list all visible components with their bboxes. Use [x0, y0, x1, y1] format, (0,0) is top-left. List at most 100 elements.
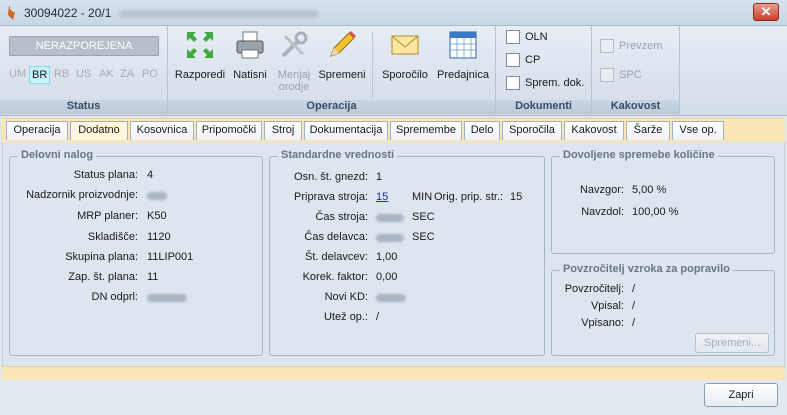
tab-stroj[interactable]: Stroj	[264, 121, 302, 140]
cas-stroja-unit: SEC	[412, 211, 435, 223]
pencil-icon	[330, 31, 356, 57]
menjaj-orodje-button[interactable]: Menjaj orodje	[272, 28, 316, 93]
skladisce-label: Skladišče:	[87, 231, 138, 243]
tab-operacija[interactable]: Operacija	[6, 121, 68, 140]
razporedi-label: Razporedi	[174, 69, 226, 81]
status-group: NERAZPOREJENA UM BR RB US AK ZA PO Statu…	[0, 26, 168, 116]
content-area: Delovni nalog Status plana: 4 Nadzornik …	[2, 142, 785, 366]
code-po[interactable]: PO	[142, 68, 158, 80]
sporocilo-label: Sporočilo	[382, 69, 428, 81]
korek-faktor-value: 0,00	[376, 271, 398, 283]
code-rb[interactable]: RB	[54, 68, 69, 80]
vpisal-value: /	[632, 300, 636, 312]
tab-delo[interactable]: Delo	[464, 121, 500, 140]
title-bar: 30094022 - 20/1 ✕	[0, 0, 787, 26]
status-plana-value: 4	[147, 169, 154, 181]
tab-spremembe[interactable]: Spremembe	[390, 121, 462, 140]
code-us[interactable]: US	[76, 68, 91, 80]
dovoljene-title: Dovoljene spremebe količine	[560, 149, 718, 161]
korek-faktor-label: Korek. faktor:	[302, 271, 368, 283]
st-delavcev-value: 1,00	[376, 251, 398, 263]
code-br[interactable]: BR	[29, 66, 51, 84]
document-icon	[506, 30, 520, 44]
spremeni-povzrocitelj-button[interactable]: Spremeni...	[695, 333, 769, 353]
spc-label: SPC	[619, 69, 642, 81]
osn-st-gnezd-label: Osn. št. gnezd:	[294, 171, 368, 183]
zap-st-plana-label: Zap. št. plana:	[68, 271, 138, 283]
dn-odprl-value	[147, 292, 187, 304]
footer: Zapri	[0, 380, 787, 415]
novi-kd-value	[376, 292, 406, 304]
mrp-planer-label: MRP planer:	[77, 210, 138, 222]
dokumenti-group: OLN CP Sprem. dok. Dokumenti	[496, 26, 592, 116]
razporedi-button[interactable]: Razporedi	[172, 28, 228, 81]
tab-dokumentacija[interactable]: Dokumentacija	[304, 121, 388, 140]
tab-strip: Operacija Dodatno Kosovnica Pripomočki S…	[2, 118, 785, 142]
kakovost-group-label: Kakovost	[592, 100, 679, 114]
cp-button[interactable]: CP	[506, 53, 540, 67]
sprem-dok-button[interactable]: Sprem. dok.	[506, 76, 584, 90]
mrp-planer-value: K50	[147, 210, 167, 222]
oln-button[interactable]: OLN	[506, 30, 548, 44]
standardne-panel: Standardne vrednosti Osn. št. gnezd: 1 P…	[269, 149, 545, 356]
prevzem-label: Prevzem	[619, 40, 663, 52]
orig-prip-str-label: Orig. prip. str.:	[434, 191, 504, 203]
tab-pripomocki[interactable]: Pripomočki	[196, 121, 262, 140]
navzgor-value: 5,00 %	[632, 184, 667, 196]
osn-st-gnezd-value: 1	[376, 171, 383, 183]
skupina-plana-label: Skupina plana:	[65, 251, 138, 263]
printer-icon	[236, 31, 264, 59]
priprava-stroja-link[interactable]: 15	[376, 191, 388, 203]
predajnica-button[interactable]: Predajnica	[434, 28, 492, 81]
spremeni-button[interactable]: Spremeni	[318, 28, 366, 81]
check-icon	[600, 39, 614, 53]
close-window-button[interactable]: ✕	[753, 3, 779, 21]
sporocilo-button[interactable]: Sporočilo	[378, 28, 432, 81]
cp-label: CP	[525, 54, 541, 66]
zapri-button[interactable]: Zapri	[704, 383, 778, 407]
operacija-group: Razporedi Natisni Menjaj orodje Spremeni…	[168, 26, 496, 116]
dn-odprl-label: DN odprl:	[91, 291, 138, 303]
zap-st-plana-value: 11	[147, 271, 159, 283]
ribbon: NERAZPOREJENA UM BR RB US AK ZA PO Statu…	[0, 26, 787, 116]
utez-op-label: Utež op.:	[323, 311, 368, 323]
dokumenti-group-label: Dokumenti	[496, 100, 591, 114]
tab-kosovnica[interactable]: Kosovnica	[130, 121, 194, 140]
code-ak[interactable]: AK	[99, 68, 114, 80]
tab-dodatno[interactable]: Dodatno	[70, 121, 128, 140]
priprava-stroja-unit: MIN	[412, 191, 433, 203]
oln-label: OLN	[525, 31, 548, 43]
vpisal-label: Vpisal:	[590, 300, 624, 312]
prevzem-button[interactable]: Prevzem	[600, 39, 662, 53]
dovoljene-panel: Dovoljene spremebe količine Navzgor: 5,0…	[551, 149, 775, 254]
vpisano-value: /	[632, 317, 636, 329]
tools-icon	[281, 31, 308, 58]
povzrocitelj-value: /	[632, 283, 636, 295]
spc-button[interactable]: SPC	[600, 68, 642, 82]
skupina-plana-value: 11LIP001	[147, 251, 194, 263]
navzgor-label: Navzgor:	[579, 184, 624, 196]
tab-kakovost[interactable]: Kakovost	[564, 121, 624, 140]
check-icon	[600, 68, 614, 82]
navzdol-value: 100,00 %	[632, 206, 679, 218]
vpisano-label: Vpisano:	[581, 317, 624, 329]
predajnica-label: Predajnica	[437, 69, 489, 81]
natisni-button[interactable]: Natisni	[230, 28, 270, 81]
status-indicator: NERAZPOREJENA	[9, 36, 159, 56]
cas-delavca-label: Čas delavca:	[304, 231, 368, 243]
nadzornik-value	[147, 190, 167, 202]
code-za[interactable]: ZA	[120, 68, 134, 80]
standardne-title: Standardne vrednosti	[278, 149, 398, 161]
cas-stroja-label: Čas stroja:	[315, 211, 368, 223]
tab-vse-op[interactable]: Vse op.	[672, 121, 724, 140]
tab-sporocila[interactable]: Sporočila	[502, 121, 562, 140]
priprava-stroja-label: Priprava stroja:	[294, 191, 368, 203]
cas-stroja-value	[376, 212, 404, 224]
st-delavcev-label: Št. delavcev:	[305, 251, 368, 263]
app-icon	[8, 6, 15, 20]
navzdol-label: Navzdol:	[581, 206, 624, 218]
bottom-strip	[2, 366, 785, 380]
tab-sarze[interactable]: Šarže	[626, 121, 670, 140]
delovni-nalog-title: Delovni nalog	[18, 149, 97, 161]
code-um[interactable]: UM	[9, 68, 26, 80]
